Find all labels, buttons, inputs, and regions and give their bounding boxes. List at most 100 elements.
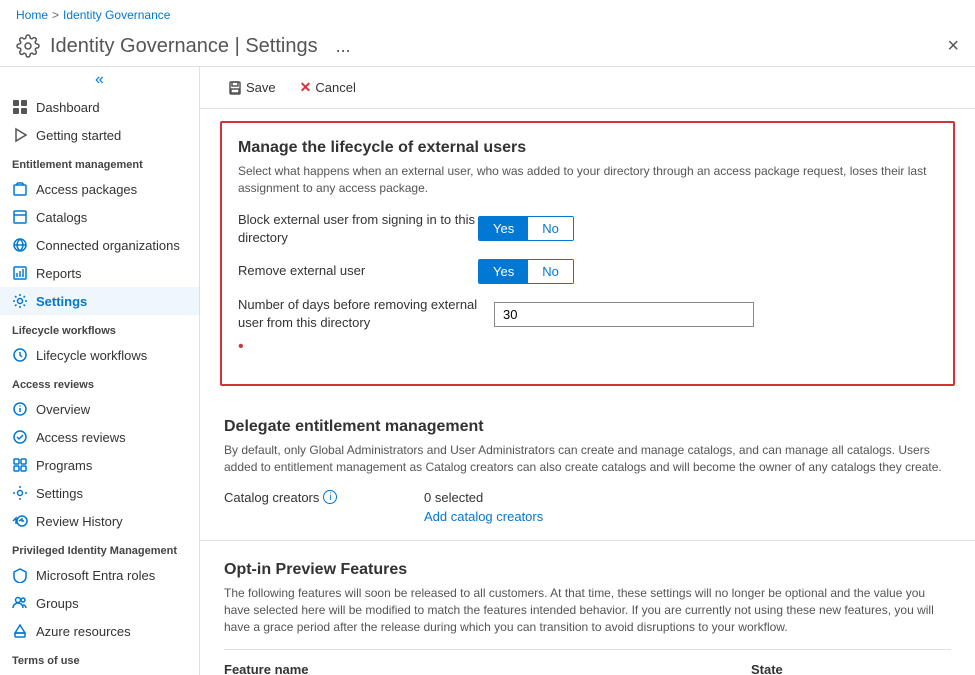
- days-label: Number of days before removing external …: [238, 296, 478, 332]
- save-icon: [228, 81, 242, 95]
- catalog-row: Catalog creators i 0 selected Add catalo…: [224, 490, 951, 524]
- dashboard-label: Dashboard: [36, 100, 100, 115]
- breadcrumb: Home > Identity Governance: [0, 0, 975, 30]
- remove-user-label: Remove external user: [238, 262, 478, 280]
- page-header-left: Identity Governance | Settings ...: [16, 34, 351, 58]
- lifecycle-workflows-label: Lifecycle workflows: [36, 348, 147, 363]
- connected-organizations-label: Connected organizations: [36, 238, 180, 253]
- access-packages-icon: [12, 181, 28, 197]
- sidebar-item-getting-started[interactable]: Getting started: [0, 121, 199, 149]
- review-history-label: Review History: [36, 514, 123, 529]
- main-layout: « Dashboard Getting started Entitlement …: [0, 67, 975, 675]
- catalog-value: 0 selected Add catalog creators: [424, 490, 543, 524]
- entitlement-management-section: Entitlement management: [0, 149, 199, 175]
- remove-yes-btn[interactable]: Yes: [479, 260, 528, 283]
- reports-label: Reports: [36, 266, 82, 281]
- sidebar-item-settings[interactable]: Settings: [0, 287, 199, 315]
- settings-label: Settings: [36, 294, 87, 309]
- breadcrumb-current[interactable]: Identity Governance: [63, 8, 170, 22]
- sidebar-item-review-history[interactable]: Review History: [0, 507, 199, 535]
- catalog-creators-label: Catalog creators i: [224, 490, 424, 505]
- overview-label: Overview: [36, 402, 90, 417]
- toolbar: Save ✕ Cancel: [200, 67, 975, 109]
- sidebar-item-dashboard[interactable]: Dashboard: [0, 93, 199, 121]
- required-indicator: •: [238, 338, 244, 356]
- sidebar-item-connected-organizations[interactable]: Connected organizations: [0, 231, 199, 259]
- content-area: Save ✕ Cancel Manage the lifecycle of ex…: [200, 67, 975, 675]
- delegate-section: Delegate entitlement management By defau…: [200, 398, 975, 541]
- lifecycle-box: Manage the lifecycle of external users S…: [220, 121, 955, 386]
- overview-icon: [12, 401, 28, 417]
- lifecycle-title: Manage the lifecycle of external users: [238, 139, 937, 157]
- settings-ar-icon: [12, 485, 28, 501]
- lifecycle-workflows-section: Lifecycle workflows: [0, 315, 199, 341]
- days-input[interactable]: [494, 302, 754, 327]
- sidebar-collapse-btn[interactable]: «: [0, 67, 199, 93]
- groups-label: Groups: [36, 596, 79, 611]
- catalogs-icon: [12, 209, 28, 225]
- terms-of-use-section: Terms of use: [0, 645, 199, 671]
- ms-entra-roles-label: Microsoft Entra roles: [36, 568, 155, 583]
- azure-resources-label: Azure resources: [36, 624, 131, 639]
- block-no-btn[interactable]: No: [528, 217, 573, 240]
- remove-user-toggle[interactable]: Yes No: [478, 259, 574, 284]
- optin-section: Opt-in Preview Features The following fe…: [200, 541, 975, 675]
- programs-label: Programs: [36, 458, 92, 473]
- cancel-button[interactable]: ✕ Cancel: [292, 75, 364, 100]
- dashboard-icon: [12, 99, 28, 115]
- feature-state-col: State: [751, 662, 951, 675]
- sidebar-scroll-down-btn[interactable]: ▼: [0, 671, 199, 675]
- sidebar-item-lifecycle-workflows[interactable]: Lifecycle workflows: [0, 341, 199, 369]
- sidebar-item-access-packages[interactable]: Access packages: [0, 175, 199, 203]
- block-signing-label: Block external user from signing in to t…: [238, 211, 478, 247]
- settings-ar-label: Settings: [36, 486, 83, 501]
- sidebar-item-overview[interactable]: Overview: [0, 395, 199, 423]
- entra-icon: [12, 567, 28, 583]
- lifecycle-icon: [12, 347, 28, 363]
- block-signing-toggle[interactable]: Yes No: [478, 216, 574, 241]
- access-reviews-label: Access reviews: [36, 430, 126, 445]
- save-button[interactable]: Save: [220, 76, 284, 99]
- sidebar-item-ms-entra-roles[interactable]: Microsoft Entra roles: [0, 561, 199, 589]
- sidebar-item-settings-ar[interactable]: Settings: [0, 479, 199, 507]
- page-header: Identity Governance | Settings ... ×: [0, 30, 975, 67]
- getting-started-icon: [12, 127, 28, 143]
- feature-table-header: Feature name State: [224, 649, 951, 675]
- sidebar-item-catalogs[interactable]: Catalogs: [0, 203, 199, 231]
- getting-started-label: Getting started: [36, 128, 121, 143]
- more-options-icon[interactable]: ...: [336, 36, 351, 57]
- delegate-title: Delegate entitlement management: [224, 418, 951, 436]
- sidebar-item-programs[interactable]: Programs: [0, 451, 199, 479]
- remove-user-row: Remove external user Yes No: [238, 259, 937, 284]
- sidebar: « Dashboard Getting started Entitlement …: [0, 67, 200, 675]
- gear-icon: [16, 34, 40, 58]
- close-button[interactable]: ×: [947, 35, 959, 58]
- selected-count: 0 selected: [424, 490, 543, 505]
- sidebar-item-reports[interactable]: Reports: [0, 259, 199, 287]
- breadcrumb-separator: >: [52, 8, 59, 22]
- review-history-icon: [12, 513, 28, 529]
- breadcrumb-home[interactable]: Home: [16, 8, 48, 22]
- remove-no-btn[interactable]: No: [528, 260, 573, 283]
- page-title: Identity Governance | Settings: [50, 35, 318, 58]
- block-yes-btn[interactable]: Yes: [479, 217, 528, 240]
- access-reviews-section: Access reviews: [0, 369, 199, 395]
- add-catalog-creators-link[interactable]: Add catalog creators: [424, 509, 543, 524]
- access-reviews-icon: [12, 429, 28, 445]
- lifecycle-desc: Select what happens when an external use…: [238, 163, 937, 197]
- reports-icon: [12, 265, 28, 281]
- feature-name-col: Feature name: [224, 662, 751, 675]
- sidebar-item-groups[interactable]: Groups: [0, 589, 199, 617]
- azure-resources-icon: [12, 623, 28, 639]
- sidebar-item-azure-resources[interactable]: Azure resources: [0, 617, 199, 645]
- cancel-icon: ✕: [300, 79, 312, 96]
- sidebar-item-access-reviews[interactable]: Access reviews: [0, 423, 199, 451]
- optin-title: Opt-in Preview Features: [224, 561, 951, 579]
- settings-icon: [12, 293, 28, 309]
- catalogs-label: Catalogs: [36, 210, 87, 225]
- connected-org-icon: [12, 237, 28, 253]
- groups-icon: [12, 595, 28, 611]
- days-row: Number of days before removing external …: [238, 296, 937, 356]
- pim-section: Privileged Identity Management: [0, 535, 199, 561]
- info-icon[interactable]: i: [323, 490, 337, 504]
